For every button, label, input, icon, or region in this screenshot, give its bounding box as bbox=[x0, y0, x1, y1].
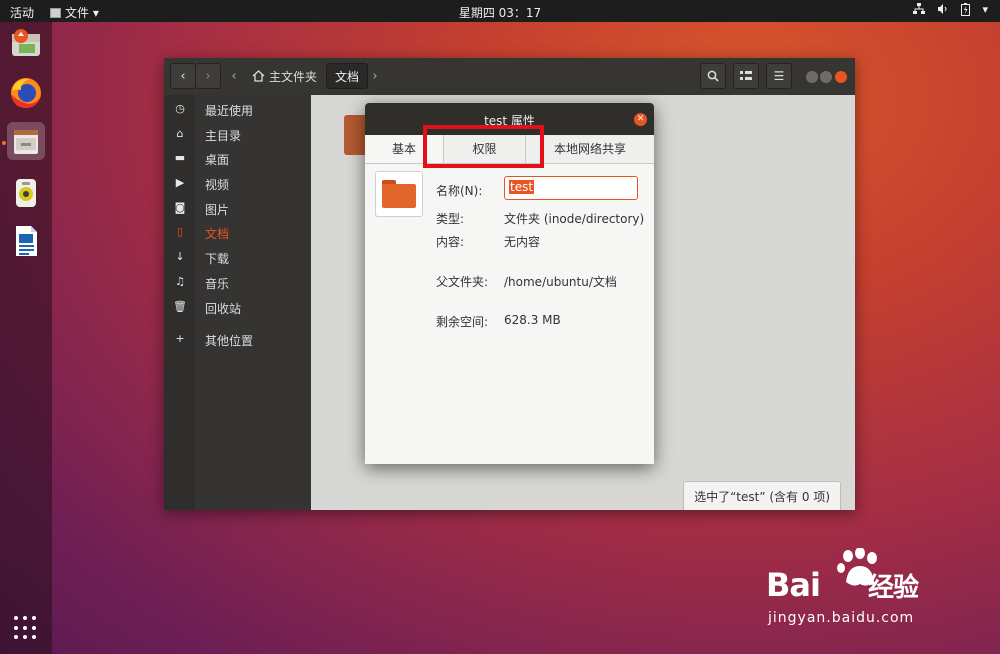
path-crumb-home-label: 主文件夹 bbox=[269, 69, 318, 84]
files-icon[interactable] bbox=[7, 122, 45, 160]
sidebar-item-videos[interactable]: ▶ 视频 bbox=[164, 172, 311, 196]
parent-folder-label: 父文件夹: bbox=[436, 275, 489, 289]
sidebar-item-music[interactable]: ♫ 音乐 bbox=[164, 271, 311, 295]
highlight-box bbox=[423, 125, 544, 168]
search-icon bbox=[707, 70, 719, 82]
name-label: 名称(N): bbox=[436, 184, 483, 198]
name-field-value: test bbox=[509, 180, 535, 194]
volume-icon[interactable] bbox=[937, 3, 949, 19]
sidebar-item-label: 图片 bbox=[205, 203, 230, 217]
minimize-button[interactable] bbox=[806, 71, 818, 83]
sidebar-item-label: 文档 bbox=[205, 227, 230, 241]
sidebar-item-label: 下载 bbox=[205, 252, 230, 266]
path-crumb-home[interactable]: 主文件夹 bbox=[244, 63, 325, 89]
status-text: 选中了“test” (含有 0 项) bbox=[694, 489, 830, 504]
search-button[interactable] bbox=[700, 63, 726, 89]
home-icon: ⌂ bbox=[176, 127, 184, 140]
chevron-left-icon: ‹ bbox=[180, 68, 186, 84]
files-app-icon bbox=[50, 7, 61, 18]
sidebar-item-trash[interactable]: 🗑 回收站 bbox=[164, 296, 311, 320]
sidebar-item-pictures[interactable]: ◙ 图片 bbox=[164, 197, 311, 221]
list-view-icon bbox=[740, 71, 752, 80]
libreoffice-writer-icon[interactable] bbox=[7, 222, 45, 260]
home-icon bbox=[252, 70, 265, 82]
firefox-icon[interactable] bbox=[7, 74, 45, 112]
contents-value: 无内容 bbox=[504, 235, 541, 249]
places-sidebar: ◷ 最近使用 ⌂ 主目录 ▬ 桌面 ▶ 视频 ◙ 图片 ▯ 文档 ↓ 下载 ♫ bbox=[164, 95, 311, 510]
battery-icon[interactable] bbox=[961, 3, 971, 19]
sidebar-item-documents[interactable]: ▯ 文档 bbox=[164, 221, 311, 245]
dialog-close-button[interactable]: ✕ bbox=[634, 113, 647, 126]
system-menu-icon[interactable]: ▾ bbox=[982, 3, 988, 19]
sidebar-item-label: 桌面 bbox=[205, 153, 230, 167]
sidebar-item-label: 回收站 bbox=[205, 302, 242, 316]
close-icon: ✕ bbox=[636, 114, 645, 124]
name-field[interactable]: test bbox=[504, 176, 638, 200]
software-updater-icon[interactable] bbox=[7, 24, 45, 62]
system-tray[interactable]: ▾ bbox=[913, 3, 988, 19]
path-crumb-current-label: 文档 bbox=[335, 69, 360, 84]
sidebar-item-desktop[interactable]: ▬ 桌面 bbox=[164, 147, 311, 171]
free-space-label: 剩余空间: bbox=[436, 315, 489, 329]
watermark-brand-cn: 经验 bbox=[867, 573, 919, 603]
maximize-button[interactable] bbox=[820, 71, 832, 83]
view-toggle-button[interactable] bbox=[733, 63, 759, 89]
sidebar-item-label: 最近使用 bbox=[205, 104, 254, 118]
sidebar-item-recent[interactable]: ◷ 最近使用 bbox=[164, 98, 311, 122]
path-scroll-left-button[interactable]: ‹ bbox=[226, 63, 242, 89]
plus-icon: + bbox=[175, 332, 185, 345]
sidebar-item-label: 音乐 bbox=[205, 277, 230, 291]
tab-local-network-share[interactable]: 本地网络共享 bbox=[526, 135, 654, 163]
hamburger-icon: ☰ bbox=[773, 69, 785, 83]
trash-icon: 🗑 bbox=[173, 300, 187, 313]
watermark-brand-text: Bai bbox=[766, 566, 821, 604]
contents-label: 内容: bbox=[436, 235, 465, 249]
path-scroll-right-button[interactable]: › bbox=[367, 63, 383, 89]
sidebar-item-other-locations[interactable]: + 其他位置 bbox=[164, 328, 311, 352]
folder-icon[interactable] bbox=[375, 171, 423, 217]
network-icon[interactable] bbox=[913, 3, 926, 19]
clock[interactable]: 星期四 03：17 bbox=[0, 4, 1000, 21]
close-button[interactable] bbox=[835, 71, 847, 83]
sidebar-item-home[interactable]: ⌂ 主目录 bbox=[164, 123, 311, 147]
path-crumb-current[interactable]: 文档 bbox=[326, 63, 369, 89]
status-bar: 选中了“test” (含有 0 项) bbox=[683, 481, 841, 510]
sidebar-item-label: 主目录 bbox=[205, 129, 242, 143]
forward-button[interactable]: › bbox=[195, 63, 221, 89]
app-menu-label: 文件 ▾ bbox=[65, 6, 99, 20]
chevron-right-icon: › bbox=[205, 68, 211, 84]
menu-button[interactable]: ☰ bbox=[766, 63, 792, 89]
camera-icon: ◙ bbox=[174, 201, 186, 214]
clock-icon: ◷ bbox=[175, 102, 185, 115]
dock bbox=[0, 22, 52, 654]
watermark-url: jingyan.baidu.com bbox=[768, 610, 915, 626]
document-icon: ▯ bbox=[176, 225, 184, 238]
download-icon: ↓ bbox=[175, 250, 185, 263]
back-button[interactable]: ‹ bbox=[170, 63, 196, 89]
sidebar-item-label: 视频 bbox=[205, 178, 230, 192]
app-menu[interactable]: 文件 ▾ bbox=[50, 4, 99, 21]
free-space-value: 628.3 MB bbox=[504, 313, 561, 327]
activities-button[interactable]: 活动 bbox=[10, 4, 34, 21]
top-bar: 活动 文件 ▾ 星期四 03：17 ▾ bbox=[0, 0, 1000, 22]
baidu-jingyan-watermark: Bai 经验 jingyan.baidu.com bbox=[766, 548, 996, 638]
music-icon: ♫ bbox=[175, 275, 185, 288]
type-label: 类型: bbox=[436, 212, 465, 226]
video-icon: ▶ bbox=[175, 176, 185, 189]
sidebar-item-downloads[interactable]: ↓ 下载 bbox=[164, 246, 311, 270]
type-value: 文件夹 (inode/directory) bbox=[504, 212, 645, 226]
running-indicator bbox=[2, 141, 6, 145]
watermark-brand: Bai 经验 bbox=[766, 566, 919, 604]
parent-folder-value[interactable]: /home/ubuntu/文档 bbox=[504, 273, 617, 290]
rhythmbox-icon[interactable] bbox=[7, 173, 45, 211]
folder-icon: ▬ bbox=[174, 151, 186, 164]
files-headerbar: ‹ › ‹ 主文件夹 文档 › ☰ bbox=[164, 58, 855, 95]
sidebar-item-label: 其他位置 bbox=[205, 334, 254, 348]
show-applications-icon[interactable] bbox=[14, 616, 38, 640]
